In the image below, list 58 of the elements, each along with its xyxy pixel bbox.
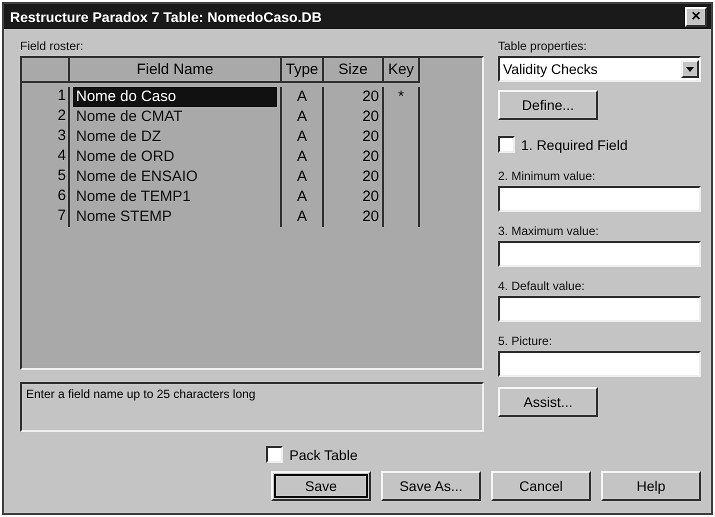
field-name-cell[interactable]: Nome de ENSAIO xyxy=(73,168,201,185)
field-name-cell[interactable]: Nome de CMAT xyxy=(73,108,186,125)
window-title: Restructure Paradox 7 Table: NomedoCaso.DB xyxy=(10,8,322,24)
table-properties-label: Table properties: xyxy=(498,39,588,53)
field-name-cell[interactable]: Nome do Caso xyxy=(73,87,277,107)
size-cell: 20 xyxy=(324,147,384,167)
field-roster-label: Field roster: xyxy=(20,39,84,53)
type-cell: A xyxy=(282,87,324,107)
type-cell: A xyxy=(282,207,324,227)
input-field[interactable] xyxy=(498,241,701,267)
caret-icon[interactable] xyxy=(681,60,699,78)
checkbox[interactable] xyxy=(266,446,284,463)
row-number: 6 xyxy=(22,187,70,207)
properties-dropdown[interactable]: Validity Checks xyxy=(498,56,701,82)
key-cell: * xyxy=(398,88,404,105)
row-number: 5 xyxy=(22,167,70,187)
define-button[interactable]: Define... xyxy=(498,90,598,120)
size-cell: 20 xyxy=(324,127,384,147)
column-header: Key xyxy=(384,58,420,83)
checkbox[interactable] xyxy=(498,136,515,153)
row-number: 3 xyxy=(22,127,70,147)
field-name-cell[interactable]: Nome de TEMP1 xyxy=(73,188,194,205)
assist-button[interactable]: Assist... xyxy=(498,387,598,417)
field-name-cell[interactable]: Nome de ORD xyxy=(73,148,178,165)
input-field[interactable] xyxy=(498,186,701,212)
field-label: 3. Maximum value: xyxy=(498,224,600,238)
size-cell: 20 xyxy=(324,207,384,227)
dialog-button[interactable]: Save As... xyxy=(381,471,481,501)
field-label: 4. Default value: xyxy=(498,279,586,293)
row-number: 7 xyxy=(22,207,70,227)
column-header: Size xyxy=(324,58,384,83)
type-cell: A xyxy=(282,187,324,207)
row-number: 2 xyxy=(22,107,70,127)
dialog-button[interactable]: Help xyxy=(601,471,701,501)
required-field-label: 1. Required Field xyxy=(521,136,628,152)
column-header: Type xyxy=(282,58,324,83)
size-cell: 20 xyxy=(324,107,384,127)
type-cell: A xyxy=(282,147,324,167)
input-field[interactable] xyxy=(498,296,701,322)
size-cell: 20 xyxy=(324,87,384,107)
size-cell: 20 xyxy=(324,187,384,207)
pack-table-label: Pack Table xyxy=(289,446,358,462)
type-cell: A xyxy=(282,167,324,187)
field-label: 2. Minimum value: xyxy=(498,169,596,183)
row-number: 1 xyxy=(22,87,70,107)
close-button[interactable]: × xyxy=(685,6,707,26)
size-cell: 20 xyxy=(324,167,384,187)
dialog-button[interactable]: Cancel xyxy=(491,471,591,501)
field-name-cell[interactable]: Nome STEMP xyxy=(73,208,175,225)
column-header: Field Name xyxy=(70,58,282,83)
type-cell: A xyxy=(282,127,324,147)
hint-text: Enter a field name up to 25 characters long xyxy=(20,382,484,432)
input-field[interactable] xyxy=(498,351,701,377)
field-name-cell[interactable]: Nome de DZ xyxy=(73,128,164,145)
row-number: 4 xyxy=(22,147,70,167)
type-cell: A xyxy=(282,107,324,127)
field-label: 5. Picture: xyxy=(498,334,554,348)
dialog-button[interactable]: Save xyxy=(271,471,371,501)
